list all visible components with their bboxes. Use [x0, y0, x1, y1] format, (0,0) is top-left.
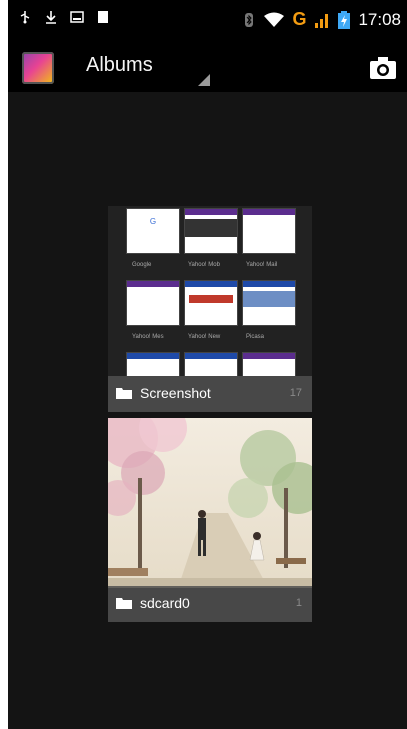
album-name: Screenshot	[140, 385, 211, 401]
preview-tile: G	[126, 208, 180, 254]
thumb-caption: Google	[132, 262, 152, 268]
signal-icon	[315, 13, 329, 28]
preview-tile	[242, 280, 296, 326]
battery-icon	[338, 10, 351, 29]
thumb-caption: Yahoo! Mail	[246, 262, 278, 268]
screenshot-preview: G Google Yahoo! Mob Yahoo! Mail Yahoo! M…	[108, 206, 312, 376]
preview-tile	[126, 280, 180, 326]
album-thumbnail: G Google Yahoo! Mob Yahoo! Mail Yahoo! M…	[108, 206, 312, 376]
status-bar: G 17:08	[8, 0, 407, 44]
thumb-caption: Yahoo! Mes	[132, 334, 164, 340]
sd-icon	[98, 11, 108, 23]
preview-tile	[184, 352, 238, 376]
album-label-bar: Screenshot 17	[108, 376, 312, 412]
download-icon	[46, 11, 56, 24]
album-name: sdcard0	[140, 595, 190, 611]
album-sdcard0[interactable]: sdcard0 1	[108, 418, 312, 622]
preview-tile	[184, 280, 238, 326]
folder-icon	[116, 388, 132, 399]
album-screenshot[interactable]: G Google Yahoo! Mob Yahoo! Mail Yahoo! M…	[108, 206, 312, 412]
thumb-caption: Picasa	[246, 334, 265, 340]
preview-tile	[184, 208, 238, 254]
wifi-icon	[264, 12, 285, 27]
spinner-dropdown-icon[interactable]	[198, 74, 210, 86]
bluetooth-icon	[245, 12, 254, 27]
image-icon	[70, 11, 84, 23]
preview-tile	[242, 208, 296, 254]
page-title[interactable]: Albums	[86, 54, 153, 77]
gallery-screen: G 17:08 Albums G Google Yahoo! Mob Yahoo…	[8, 0, 407, 729]
network-type-label: G	[292, 9, 307, 29]
gallery-app-icon[interactable]	[22, 52, 54, 84]
thumb-caption: Yahoo! Mob	[188, 262, 220, 268]
thumb-caption: Yahoo! New	[188, 334, 221, 340]
album-count: 17	[289, 387, 302, 399]
album-count: 1	[295, 597, 302, 609]
illustration-thumbnail	[108, 418, 312, 588]
preview-tile	[126, 352, 180, 376]
status-time: 17:08	[358, 9, 401, 29]
status-left-icons	[18, 10, 110, 24]
usb-icon	[20, 11, 30, 24]
folder-icon	[116, 598, 132, 609]
status-right-icons: G 17:08	[242, 9, 401, 30]
action-bar: Albums	[8, 44, 407, 92]
album-label-bar: sdcard0 1	[108, 586, 312, 622]
album-thumbnail	[108, 418, 312, 588]
preview-tile	[242, 352, 296, 376]
camera-icon[interactable]	[369, 56, 397, 80]
